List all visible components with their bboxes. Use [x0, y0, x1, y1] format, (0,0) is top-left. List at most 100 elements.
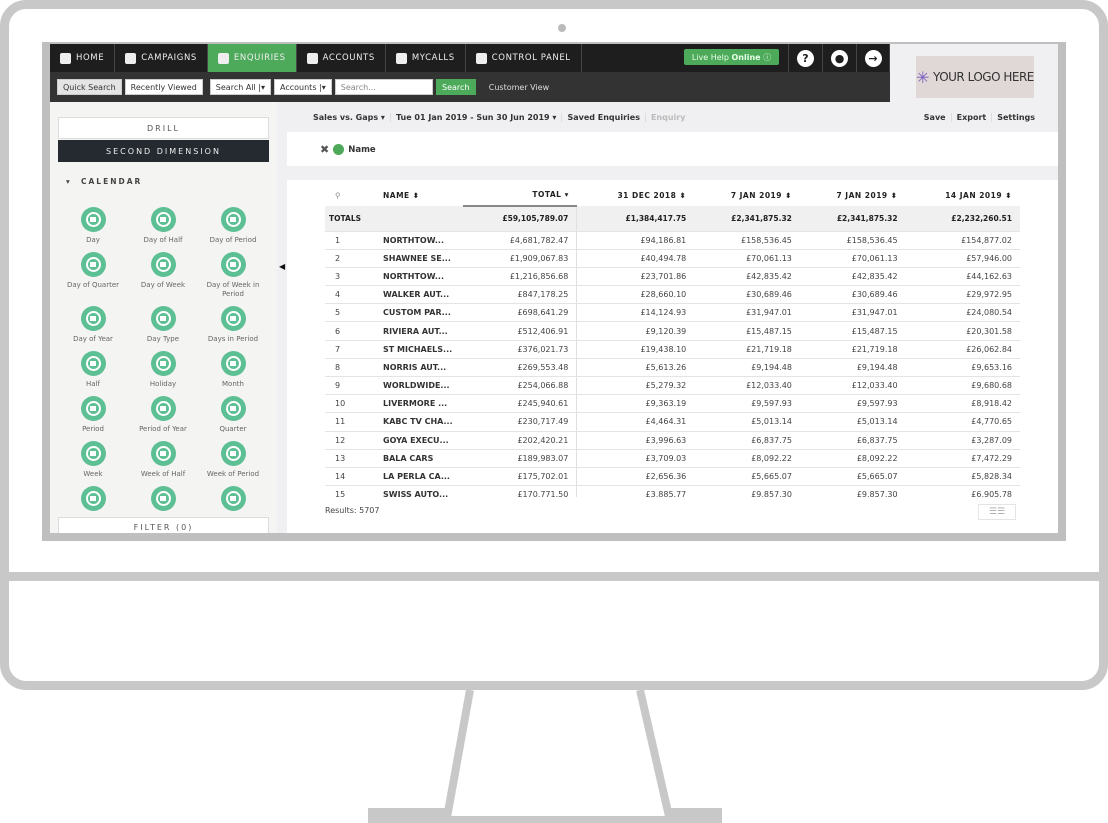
table-row[interactable]: 10 LIVERMORE ... £245,940.61 £9,363.19 £9,59… — [325, 394, 1020, 414]
table-row[interactable]: 7 ST MICHAELS... £376,021.73 £19,438.10 £21,… — [325, 340, 1020, 359]
report-select[interactable]: Sales vs. Gaps ▾ — [287, 112, 391, 122]
table-row[interactable]: 14 LA PERLA CA... £175,702.01 £2,656.36 £5,6… — [325, 467, 1020, 487]
drill-tab[interactable]: DRILL — [58, 117, 269, 139]
rank-cell: 10 — [325, 394, 383, 414]
saved-enquiries-link[interactable]: Saved Enquiries — [562, 112, 646, 122]
search-scope-select[interactable]: Search All |▾ — [209, 79, 272, 95]
dimension-item[interactable]: Days in Period — [198, 306, 268, 349]
dimension-item[interactable]: Week of Period — [198, 441, 268, 484]
dimension-item[interactable]: Week of Half — [128, 441, 198, 484]
dimension-item[interactable]: Day of Year — [58, 306, 128, 349]
calendar-icon — [150, 351, 176, 376]
save-button[interactable]: Save — [919, 112, 952, 122]
nav-label: CONTROL PANEL — [491, 53, 571, 63]
table-row[interactable]: 4 WALKER AUT... £847,178.25 £28,660.10 £30,6… — [325, 285, 1020, 305]
dimension-item[interactable]: Day Type — [128, 306, 198, 349]
value-cell: £12,033.40 — [694, 376, 800, 396]
calendar-section-toggle[interactable]: ▾ CALENDAR — [66, 177, 142, 186]
help-icon: ? — [797, 49, 814, 67]
nav-accounts[interactable]: ACCOUNTS — [297, 44, 386, 72]
search-type-select[interactable]: Accounts |▾ — [274, 79, 332, 95]
table-row[interactable]: 13 BALA CARS £189,983.07 £3,709.03 £8,092.22… — [325, 449, 1020, 468]
nav-home[interactable]: HOME — [50, 44, 116, 72]
search-bar: Quick Search Recently Viewed Search All … — [50, 72, 890, 102]
value-cell: £29,972.95 — [905, 285, 1020, 305]
name-cell: KABC TV CHA... — [383, 412, 463, 432]
dimension-item[interactable]: Quarter — [198, 396, 268, 439]
dimension-item[interactable]: Half — [58, 351, 128, 394]
table-row[interactable]: 11 KABC TV CHA... £230,717.49 £4,464.31 £5,0… — [325, 412, 1020, 432]
export-button[interactable]: Export — [952, 112, 993, 122]
dimension-item[interactable]: Day of Week — [128, 252, 198, 304]
name-cell: ST MICHAELS... — [383, 340, 463, 359]
dimension-item[interactable]: Period of Year — [128, 396, 198, 439]
recently-viewed-tab[interactable]: Recently Viewed — [124, 79, 203, 95]
dimension-label: Day of Quarter — [66, 281, 120, 289]
live-help-button[interactable]: Live Help Online ⓘ — [684, 49, 779, 65]
table-row[interactable]: 8 NORRIS AUT... £269,553.48 £5,613.26 £9,194… — [325, 358, 1020, 378]
table-row[interactable]: 5 CUSTOM PAR... £698,641.29 £14,124.93 £31,9… — [325, 303, 1020, 323]
dimension-item[interactable]: Holiday — [128, 351, 198, 394]
column-header[interactable]: TOTAL ▾ — [463, 184, 577, 207]
remove-icon[interactable]: ✖ — [320, 143, 329, 156]
total-cell: £2,341,875.32 — [799, 206, 906, 232]
column-header[interactable]: NAME ⬍ — [383, 184, 463, 206]
nav-control-panel[interactable]: CONTROL PANEL — [466, 44, 582, 72]
logout-button[interactable]: → — [856, 44, 890, 72]
table-row[interactable]: 3 NORTHTOW... £1,216,856.68 £23,701.86 £42,8… — [325, 267, 1020, 287]
column-header[interactable]: 7 JAN 2019 ⬍ — [800, 184, 906, 206]
value-cell: £9,857.30 — [799, 485, 906, 497]
nav-mycalls[interactable]: MYCALLS — [386, 44, 466, 72]
column-header[interactable]: 7 JAN 2019 ⬍ — [694, 184, 800, 206]
dimension-item[interactable]: Day — [58, 207, 128, 250]
total-cell: £2,232,260.51 — [905, 206, 1020, 232]
search-input[interactable]: Search... — [334, 79, 433, 95]
nav-enquiries[interactable]: ENQUIRIES — [207, 44, 297, 72]
total-cell: £2,341,875.32 — [694, 206, 800, 232]
table-row[interactable]: 12 GOYA EXECU... £202,420.21 £3,996.63 £6,83… — [325, 431, 1020, 450]
dimension-item[interactable]: Day of Week in Period — [198, 252, 268, 304]
dimension-item[interactable]: Month — [198, 351, 268, 394]
table-row[interactable]: 9 WORLDWIDE... £254,066.88 £5,279.32 £12,033… — [325, 376, 1020, 396]
value-cell: £175,702.01 — [463, 467, 578, 487]
dimension-item[interactable]: Day of Half — [128, 207, 198, 250]
search-column-icon[interactable]: ⚲ — [325, 184, 383, 206]
second-dimension-tab[interactable]: SECOND DIMENSION — [58, 140, 269, 162]
value-cell: £42,835.42 — [694, 267, 800, 287]
help-button[interactable]: ? — [788, 44, 822, 72]
dimension-item[interactable]: Week — [58, 441, 128, 484]
dimension-item[interactable]: Day of Period — [198, 207, 268, 250]
campaigns-icon — [125, 52, 137, 64]
nav-label: ACCOUNTS — [322, 53, 375, 63]
customer-view-link[interactable]: Customer View — [489, 83, 549, 92]
collapse-panel-icon[interactable]: ◀ — [279, 262, 285, 271]
column-header[interactable]: 14 JAN 2019 ⬍ — [906, 184, 1020, 206]
value-cell: £8,918.42 — [905, 394, 1020, 414]
dimension-item[interactable]: Day of Quarter — [58, 252, 128, 304]
calendar-icon — [150, 441, 176, 466]
view-toggle-icon[interactable]: ☰☰ — [978, 504, 1016, 520]
value-cell: £42,835.42 — [799, 267, 906, 287]
column-header[interactable]: 31 DEC 2018 ⬍ — [577, 184, 694, 206]
table-row[interactable]: 1 NORTHTOW... £4,681,782.47 £94,186.81 £158,… — [325, 231, 1020, 250]
rank-cell: 9 — [325, 376, 383, 396]
filter-tab[interactable]: FILTER (0) — [58, 517, 269, 533]
search-button[interactable]: Search — [435, 79, 476, 95]
dimension-label: Day of Week in Period — [206, 281, 260, 298]
dimension-label: Day — [86, 236, 100, 244]
nav-campaigns[interactable]: CAMPAIGNS — [115, 44, 208, 72]
calls-icon — [395, 52, 407, 64]
profile-button[interactable]: ● — [822, 44, 856, 72]
table-row[interactable]: 2 SHAWNEE SE... £1,909,067.83 £40,494.78 £70… — [325, 249, 1020, 268]
date-range-select[interactable]: Tue 01 Jan 2019 - Sun 30 Jun 2019 ▾ — [391, 112, 563, 122]
name-cell: CUSTOM PAR... — [383, 303, 463, 323]
quick-search-tab[interactable]: Quick Search — [57, 79, 122, 95]
table-row[interactable]: 6 RIVIERA AUT... £512,406.91 £9,120.39 £15,4… — [325, 321, 1020, 341]
value-cell: £254,066.88 — [463, 376, 578, 396]
table-row[interactable]: 15 SWISS AUTO... £170,771.50 £3,885.77 £9,85… — [325, 485, 1020, 497]
rank-cell: 12 — [325, 431, 383, 450]
grid-icon — [475, 52, 487, 64]
settings-button[interactable]: Settings — [992, 113, 1058, 122]
dimension-item[interactable]: Period — [58, 396, 128, 439]
value-cell: £26,062.84 — [905, 340, 1020, 359]
